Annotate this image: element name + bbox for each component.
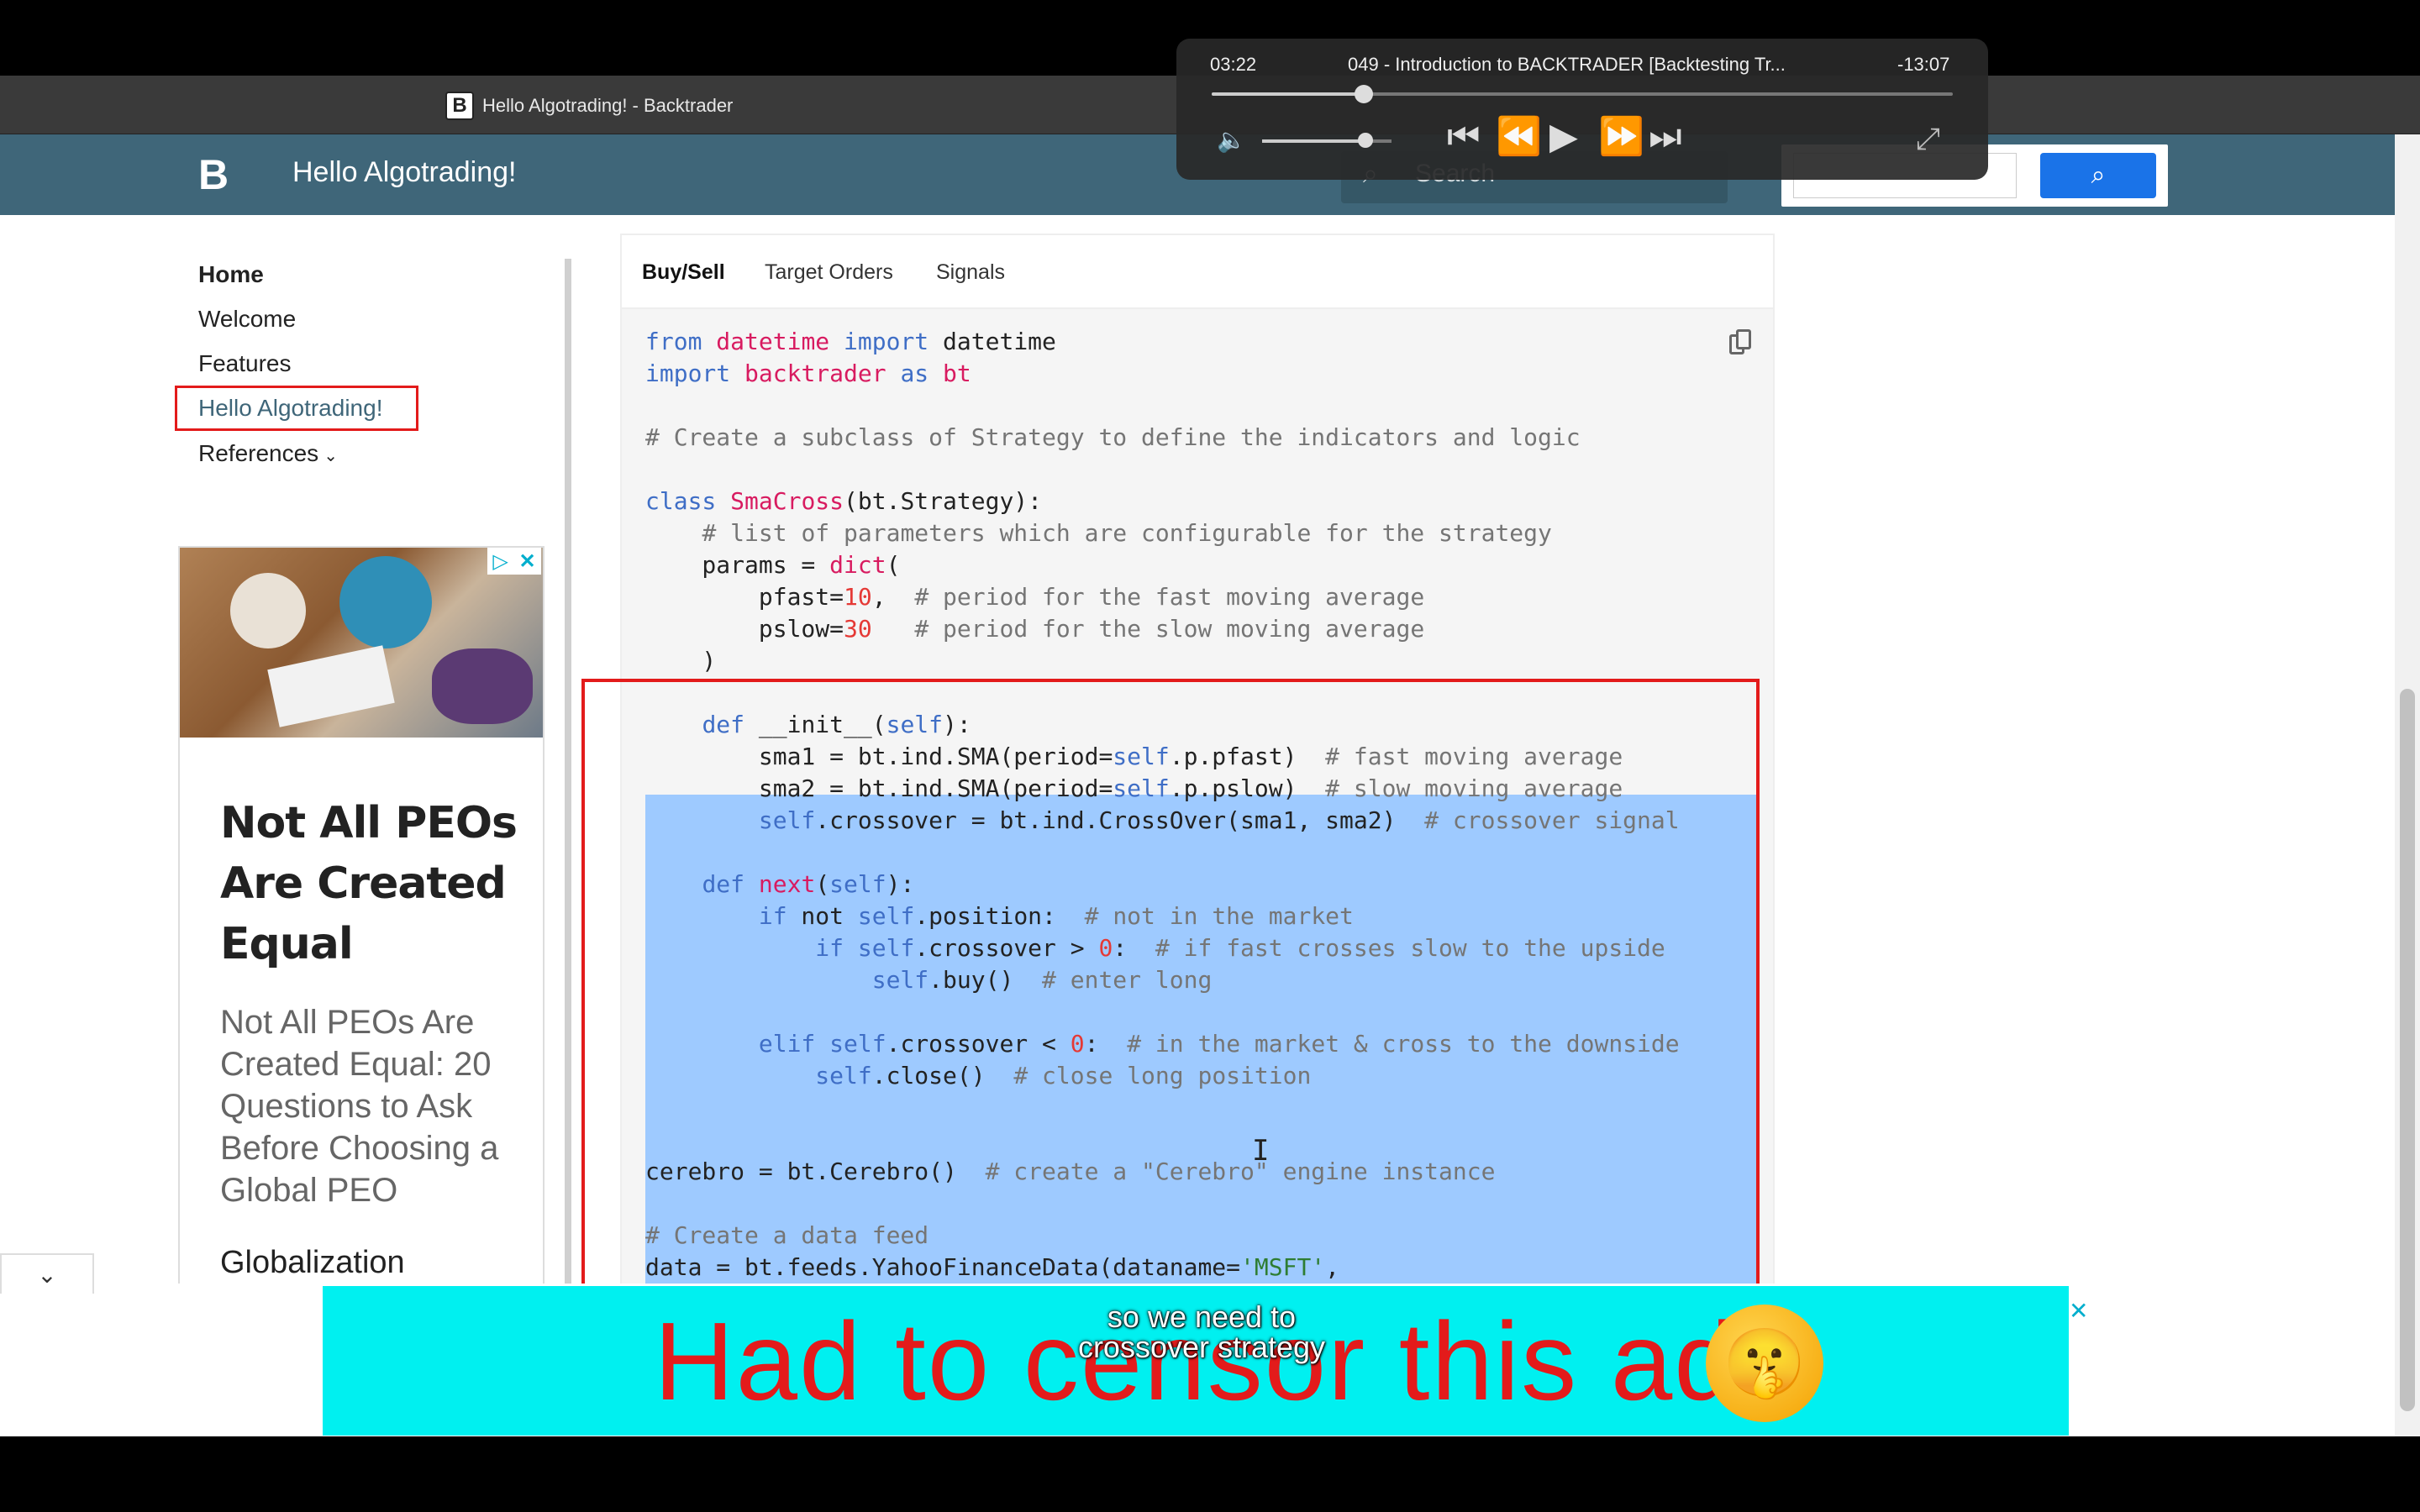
progress-handle[interactable] [1354, 85, 1373, 103]
close-icon[interactable]: ✕ [2069, 1297, 2088, 1325]
page-scrollbar[interactable] [2395, 134, 2420, 1436]
adchoices-icon[interactable]: ▷ [492, 549, 508, 574]
volume-slider[interactable] [1262, 133, 1392, 148]
collapse-ad-button[interactable]: ⌄ [0, 1253, 94, 1294]
skip-to-end-icon[interactable]: ⏭ [1649, 116, 1682, 158]
browser-tab[interactable]: B Hello Algotrading! - Backtrader [445, 91, 733, 121]
code-line: def next(self): [702, 870, 915, 898]
code-line: if not self.position: # not in the marke… [758, 902, 1354, 930]
sidebar-item-references[interactable]: References ⌄ [198, 431, 551, 475]
close-icon[interactable]: ✕ [519, 549, 536, 574]
code-line: elif self.crossover < 0: # in the market… [758, 1030, 1680, 1058]
screen: B Hello Algotrading! - Backtrader B Hell… [0, 0, 2420, 1512]
code-line: self.crossover = bt.ind.CrossOver(sma1, … [758, 806, 1680, 834]
sidebar-item-references-label: References [198, 440, 319, 466]
ad-headline: Not All PEOs Are Created Equal [220, 798, 518, 969]
tab-buy-sell[interactable]: Buy/Sell [642, 260, 725, 285]
tab-signals[interactable]: Signals [936, 260, 1005, 285]
sidebar-item-hello-algotrading[interactable]: Hello Algotrading! [175, 386, 418, 431]
elapsed-time: 03:22 [1210, 54, 1257, 75]
page-content: Home Welcome Features Hello Algotrading!… [0, 215, 2395, 1436]
video-subtitle: so we need to crossover strategy [1042, 1302, 1361, 1362]
code-line: # list of parameters which are configura… [702, 519, 1552, 547]
code-line: self.close() # close long position [815, 1062, 1312, 1089]
volume-fill [1262, 139, 1366, 143]
google-search-button[interactable]: ⌕ [2040, 153, 2156, 198]
code-line: class SmaCross(bt.Strategy): [645, 487, 1043, 515]
skip-to-start-icon[interactable]: ⏮ [1447, 116, 1481, 158]
rewind-icon[interactable]: ⏪ [1496, 116, 1542, 158]
sidebar-item-welcome[interactable]: Welcome [198, 297, 551, 341]
backtrader-logo-icon[interactable]: B [198, 151, 240, 198]
fast-forward-icon[interactable]: ⏩ [1598, 116, 1644, 158]
code-line: # Create a subclass of Strategy to defin… [645, 423, 1581, 451]
sidebar-divider [565, 259, 571, 1436]
code-line: # Create a data feed [645, 1221, 929, 1249]
subtitle-line-2: crossover strategy [1077, 1330, 1326, 1364]
code-line: data = bt.feeds.YahooFinanceData(datanam… [645, 1253, 1340, 1281]
code-line: pslow=30 # period for the slow moving av… [645, 615, 1425, 643]
ad-subheading: Globalization [220, 1245, 405, 1280]
code-line: sma2 = bt.ind.SMA(period=self.p.pslow) #… [645, 774, 1623, 802]
video-player-controls: 03:22 049 - Introduction to BACKTRADER [… [1176, 39, 1988, 180]
code-line: if self.crossover > 0: # if fast crosses… [815, 934, 1665, 962]
sidebar-item-home[interactable]: Home [198, 252, 551, 297]
code-line: def __init__(self): [702, 711, 971, 738]
ad-photo [180, 548, 543, 738]
code-line: pfast=10, # period for the fast moving a… [645, 583, 1425, 611]
browser-tab-title: Hello Algotrading! - Backtrader [482, 95, 734, 116]
search-icon: ⌕ [2091, 161, 2106, 189]
backtrader-favicon-icon: B [445, 92, 474, 120]
exit-fullscreen-icon[interactable]: ⤢ [1916, 121, 1940, 157]
code-line: cerebro = bt.Cerebro() # create a "Cereb… [645, 1158, 1496, 1185]
code-line: self.buy() # enter long [871, 966, 1213, 994]
code-line: ) [645, 647, 717, 675]
shushing-face-icon: 🤫 [1706, 1305, 1823, 1422]
chevron-down-icon: ⌄ [37, 1261, 57, 1288]
code-line: params = dict( [645, 551, 901, 579]
sidebar-nav: Home Welcome Features Hello Algotrading!… [175, 252, 551, 475]
text-cursor-icon: I [1252, 1134, 1270, 1168]
subtitle-line-1: so we need to [1107, 1299, 1297, 1334]
code-block[interactable]: from datetime import datetime import back… [622, 309, 1773, 1436]
progress-bar[interactable] [1212, 85, 1953, 103]
volume-handle[interactable] [1358, 133, 1374, 148]
site-title[interactable]: Hello Algotrading! [292, 156, 517, 189]
code-tabs: Buy/Sell Target Orders Signals [622, 235, 1773, 309]
chevron-down-icon: ⌄ [324, 447, 338, 465]
ad-choices[interactable]: ▷ ✕ [487, 548, 541, 575]
ad-body: Not All PEOs Are Created Equal: 20 Quest… [220, 1004, 499, 1209]
volume-icon[interactable]: 🔈 [1217, 126, 1246, 154]
video-title: 049 - Introduction to BACKTRADER [Backte… [1348, 54, 1786, 75]
remaining-time: -13:07 [1897, 54, 1950, 75]
tab-target-orders[interactable]: Target Orders [765, 260, 893, 285]
sidebar-item-features[interactable]: Features [198, 341, 551, 386]
scrollbar-thumb[interactable] [2400, 689, 2415, 1411]
play-icon[interactable]: ▶ [1549, 116, 1578, 158]
copy-icon[interactable] [1729, 329, 1751, 354]
code-example-card: Buy/Sell Target Orders Signals from date… [620, 234, 1775, 1436]
code-line: from datetime import datetime [645, 328, 1056, 355]
code-line: sma1 = bt.ind.SMA(period=self.p.pfast) #… [645, 743, 1623, 770]
code-line: import backtrader as bt [645, 360, 971, 387]
progress-fill [1212, 92, 1364, 96]
